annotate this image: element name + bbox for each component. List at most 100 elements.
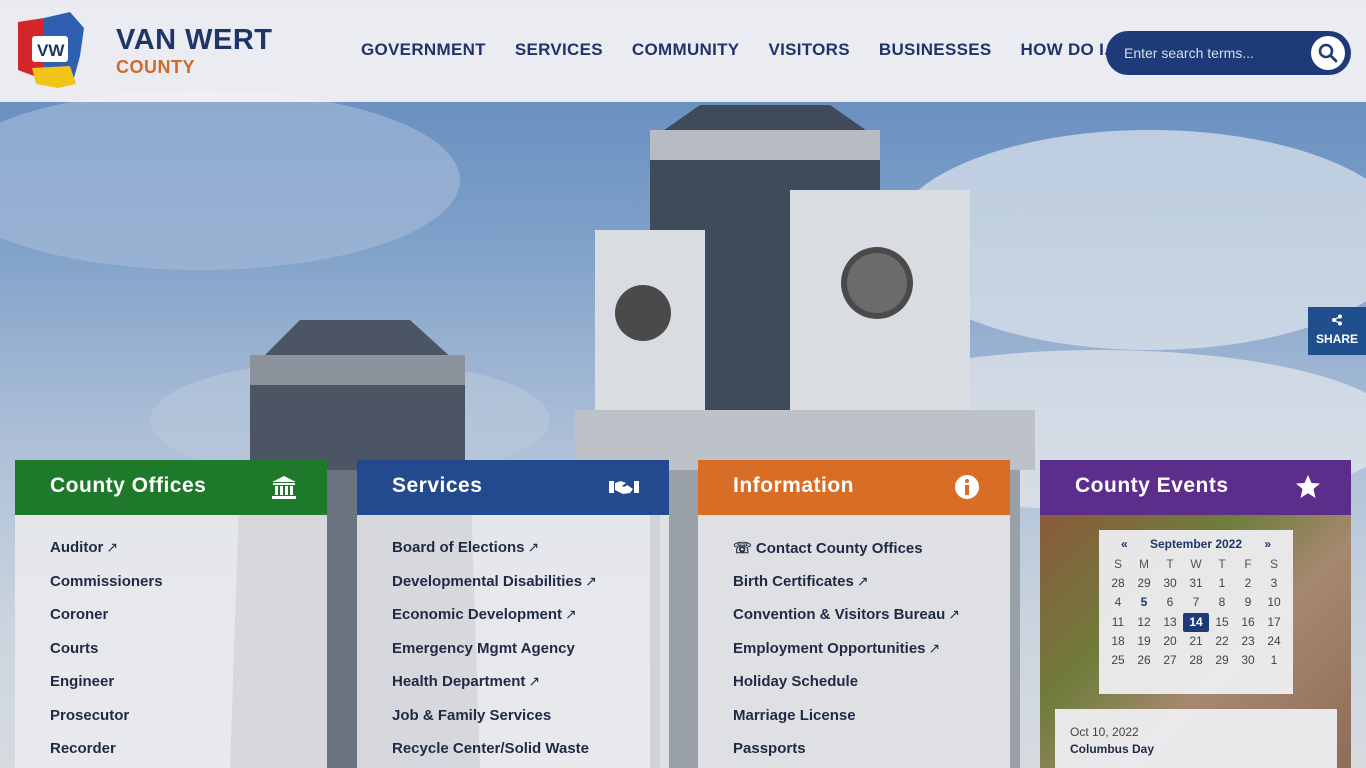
calendar-day[interactable]: 20 — [1157, 632, 1183, 651]
calendar-day[interactable]: 1 — [1261, 651, 1287, 670]
link-auditor[interactable]: Auditor ↗ — [15, 539, 327, 573]
calendar-weekday: S — [1113, 557, 1122, 571]
calendar-day[interactable]: 21 — [1183, 632, 1209, 651]
link-contact-county-offices[interactable]: ☏ Contact County Offices — [698, 539, 1010, 573]
event-calendar: « September 2022 » S M T W T F S 28 29 30 31 1 2 3 4 5 6… — [1099, 530, 1293, 694]
calendar-day[interactable]: 17 — [1261, 613, 1287, 632]
link-recorder[interactable]: Recorder — [15, 740, 327, 768]
calendar-day[interactable]: 6 — [1157, 593, 1183, 612]
link-birth-certificates[interactable]: Birth Certificates ↗ — [698, 573, 1010, 607]
panel-header[interactable]: County Offices — [15, 460, 327, 515]
link-developmental-disabilities[interactable]: Developmental Disabilities ↗ — [357, 573, 669, 607]
calendar-day[interactable]: 13 — [1157, 613, 1183, 632]
calendar-day[interactable]: 4 — [1105, 593, 1131, 612]
panel-title: Services — [392, 474, 483, 497]
share-button[interactable]: SHARE — [1308, 307, 1366, 355]
link-job-family-services[interactable]: Job & Family Services — [357, 707, 669, 741]
link-convention-visitors-bureau[interactable]: Convention & Visitors Bureau ↗ — [698, 606, 1010, 640]
calendar-month-label: September 2022 — [1149, 537, 1243, 551]
share-icon — [1308, 314, 1366, 329]
calendar-day[interactable]: 28 — [1183, 651, 1209, 670]
external-link-icon: ↗ — [528, 673, 541, 689]
link-emergency-mgmt[interactable]: Emergency Mgmt Agency — [357, 640, 669, 674]
calendar-day[interactable]: 22 — [1209, 632, 1235, 651]
calendar-day[interactable]: 3 — [1261, 574, 1287, 593]
nav-businesses[interactable]: BUSINESSES — [879, 40, 992, 60]
panel-title: County Offices — [50, 474, 207, 497]
external-link-icon: ↗ — [106, 539, 119, 555]
site-subtitle[interactable]: COUNTY — [116, 57, 195, 78]
search-icon — [1318, 43, 1338, 63]
link-recycle-center[interactable]: Recycle Center/Solid Waste — [357, 740, 669, 768]
calendar-day[interactable]: 5 — [1131, 593, 1157, 612]
calendar-day[interactable]: 2 — [1235, 574, 1261, 593]
building-columns-icon — [272, 476, 296, 499]
calendar-weekday: T — [1218, 557, 1226, 571]
panel-header[interactable]: Information — [698, 460, 1010, 515]
nav-community[interactable]: COMMUNITY — [632, 40, 740, 60]
calendar-day[interactable]: 18 — [1105, 632, 1131, 651]
calendar-day[interactable]: 28 — [1105, 574, 1131, 593]
calendar-day[interactable]: 29 — [1131, 574, 1157, 593]
calendar-day[interactable]: 1 — [1209, 574, 1235, 593]
calendar-day[interactable]: 12 — [1131, 613, 1157, 632]
information-panel: Information ☏ Contact County Offices Bir… — [698, 460, 1010, 768]
calendar-day[interactable]: 26 — [1131, 651, 1157, 670]
calendar-day[interactable]: 24 — [1261, 632, 1287, 651]
event-name: Columbus Day — [1070, 742, 1155, 756]
site-header: VW VAN WERT COUNTY GOVERNMENT SERVICES C… — [0, 0, 1366, 102]
info-circle-icon — [955, 475, 979, 499]
link-coroner[interactable]: Coroner — [15, 606, 327, 640]
calendar-weekday: M — [1139, 557, 1149, 571]
site-title[interactable]: VAN WERT — [116, 24, 273, 57]
calendar-prev-button[interactable]: « — [1121, 537, 1128, 551]
external-link-icon: ↗ — [565, 606, 577, 622]
nav-services[interactable]: SERVICES — [515, 40, 603, 60]
calendar-day[interactable]: 19 — [1131, 632, 1157, 651]
event-card[interactable]: Oct 10, 2022 Columbus Day — [1055, 709, 1337, 768]
calendar-day[interactable]: 25 — [1105, 651, 1131, 670]
calendar-day[interactable]: 27 — [1157, 651, 1183, 670]
calendar-day[interactable]: 15 — [1209, 613, 1235, 632]
calendar-weekday: T — [1166, 557, 1174, 571]
link-engineer[interactable]: Engineer — [15, 673, 327, 707]
calendar-day[interactable]: 14 — [1183, 612, 1209, 632]
calendar-weekday: S — [1269, 557, 1278, 571]
search-input[interactable] — [1124, 42, 1304, 64]
link-prosecutor[interactable]: Prosecutor — [15, 707, 327, 741]
external-link-icon: ↗ — [527, 539, 540, 555]
link-employment-opportunities[interactable]: Employment Opportunities ↗ — [698, 640, 1010, 674]
search-button[interactable] — [1311, 36, 1345, 70]
external-link-icon: ↗ — [928, 639, 941, 656]
link-economic-development[interactable]: Economic Development ↗ — [357, 606, 669, 640]
link-commissioners[interactable]: Commissioners — [15, 573, 327, 607]
calendar-day[interactable]: 7 — [1183, 593, 1209, 612]
link-board-of-elections[interactable]: Board of Elections ↗ — [357, 539, 669, 573]
link-holiday-schedule[interactable]: Holiday Schedule — [698, 673, 1010, 707]
link-courts[interactable]: Courts — [15, 640, 327, 674]
external-link-icon: ↗ — [948, 606, 960, 622]
calendar-day[interactable]: 30 — [1157, 574, 1183, 593]
nav-visitors[interactable]: VISITORS — [768, 40, 849, 60]
nav-government[interactable]: GOVERNMENT — [361, 40, 486, 60]
panel-header[interactable]: County Events — [1040, 460, 1351, 515]
link-marriage-license[interactable]: Marriage License — [698, 707, 1010, 741]
calendar-day[interactable]: 8 — [1209, 593, 1235, 612]
calendar-day[interactable]: 11 — [1105, 613, 1131, 632]
calendar-grid: S M T W T F S 28 29 30 31 1 2 3 4 5 6 7 8 9 10 11 12 13 14 15 16 17… — [1105, 555, 1287, 670]
calendar-day[interactable]: 16 — [1235, 613, 1261, 632]
link-passports[interactable]: Passports — [698, 740, 1010, 768]
county-offices-panel: County Offices Auditor ↗ Commissioners Co… — [15, 460, 327, 768]
calendar-day[interactable]: 31 — [1183, 574, 1209, 593]
panel-header[interactable]: Services — [357, 460, 669, 515]
main-nav: GOVERNMENT SERVICES COMMUNITY VISITORS B… — [361, 40, 1159, 60]
calendar-next-button[interactable]: » — [1264, 537, 1271, 551]
calendar-day[interactable]: 9 — [1235, 593, 1261, 612]
event-date: Oct 10, 2022 — [1070, 725, 1139, 739]
link-health-department[interactable]: Health Department ↗ — [357, 673, 669, 707]
calendar-day[interactable]: 10 — [1261, 593, 1287, 612]
county-logo[interactable]: VW — [14, 10, 88, 90]
calendar-day[interactable]: 29 — [1209, 651, 1235, 670]
calendar-day[interactable]: 23 — [1235, 632, 1261, 651]
calendar-day[interactable]: 30 — [1235, 651, 1261, 670]
